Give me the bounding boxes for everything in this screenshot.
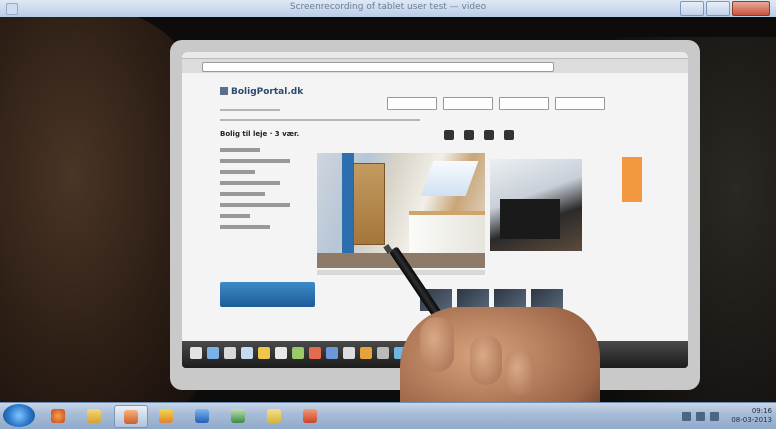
- network-icon[interactable]: [222, 405, 254, 426]
- windows-taskbar: 09:16 08-03-2013: [0, 402, 776, 429]
- site-logo[interactable]: BoligPortal.dk: [220, 87, 303, 97]
- share-icon[interactable]: [464, 130, 474, 140]
- clock[interactable]: 09:16 08-03-2013: [725, 407, 772, 425]
- firefox-icon[interactable]: [42, 405, 74, 426]
- app-icon[interactable]: [326, 347, 338, 359]
- close-button[interactable]: [732, 1, 770, 16]
- feedback-tab[interactable]: [622, 157, 642, 202]
- listing-main-photo[interactable]: [317, 153, 485, 268]
- app-icon[interactable]: [292, 347, 304, 359]
- listing-actions: [444, 130, 524, 140]
- system-tray: 09:16 08-03-2013: [677, 405, 772, 427]
- nav-tab[interactable]: [499, 97, 549, 110]
- listing-side-photo[interactable]: [490, 159, 582, 251]
- app-icon[interactable]: [360, 347, 372, 359]
- address-bar[interactable]: [202, 62, 554, 72]
- finger: [420, 317, 454, 372]
- mail-icon[interactable]: [224, 347, 236, 359]
- finger: [505, 349, 535, 395]
- finger: [470, 335, 502, 385]
- minimize-button[interactable]: [680, 1, 704, 16]
- mail-icon[interactable]: [484, 130, 494, 140]
- folder-icon[interactable]: [258, 405, 290, 426]
- language-icon[interactable]: [682, 411, 692, 421]
- explorer-icon[interactable]: [78, 405, 110, 426]
- app-icon[interactable]: [309, 347, 321, 359]
- windows-start-button[interactable]: [3, 404, 35, 427]
- print-icon[interactable]: [444, 130, 454, 140]
- media-player-icon[interactable]: [114, 405, 148, 428]
- web-page: BoligPortal.dk Bolig til leje · 3 vær.: [182, 73, 688, 341]
- window-title: Screenrecording of tablet user test — vi…: [289, 2, 487, 12]
- favorite-icon[interactable]: [504, 130, 514, 140]
- subnav-links: [220, 119, 420, 121]
- network-status-icon[interactable]: [696, 411, 706, 421]
- nav-tab[interactable]: [443, 97, 493, 110]
- listing-details: [220, 148, 330, 236]
- safari-icon[interactable]: [207, 347, 219, 359]
- app-icon[interactable]: [343, 347, 355, 359]
- clock-date: 08-03-2013: [731, 416, 772, 424]
- site-nav: [387, 97, 611, 110]
- powerpoint-icon[interactable]: [294, 405, 326, 426]
- window-titlebar: Screenrecording of tablet user test — vi…: [0, 0, 776, 18]
- breadcrumb: [220, 109, 280, 111]
- app-icon[interactable]: [258, 347, 270, 359]
- browser-toolbar: [182, 59, 688, 74]
- finder-icon[interactable]: [190, 347, 202, 359]
- volume-icon[interactable]: [710, 411, 720, 421]
- window-menu-icon[interactable]: [6, 3, 18, 15]
- mac-menubar: [182, 52, 688, 59]
- listing-title: Bolig til leje · 3 vær.: [220, 130, 300, 138]
- video-frame: BoligPortal.dk Bolig til leje · 3 vær.: [0, 17, 776, 403]
- paint-icon[interactable]: [150, 405, 182, 426]
- maximize-button[interactable]: [706, 1, 730, 16]
- outlook-icon[interactable]: [186, 405, 218, 426]
- contact-landlord-button[interactable]: [220, 282, 315, 307]
- nav-tab[interactable]: [387, 97, 437, 110]
- app-icon[interactable]: [377, 347, 389, 359]
- app-icon[interactable]: [275, 347, 287, 359]
- app-icon[interactable]: [241, 347, 253, 359]
- nav-tab[interactable]: [555, 97, 605, 110]
- clock-time: 09:16: [751, 407, 772, 415]
